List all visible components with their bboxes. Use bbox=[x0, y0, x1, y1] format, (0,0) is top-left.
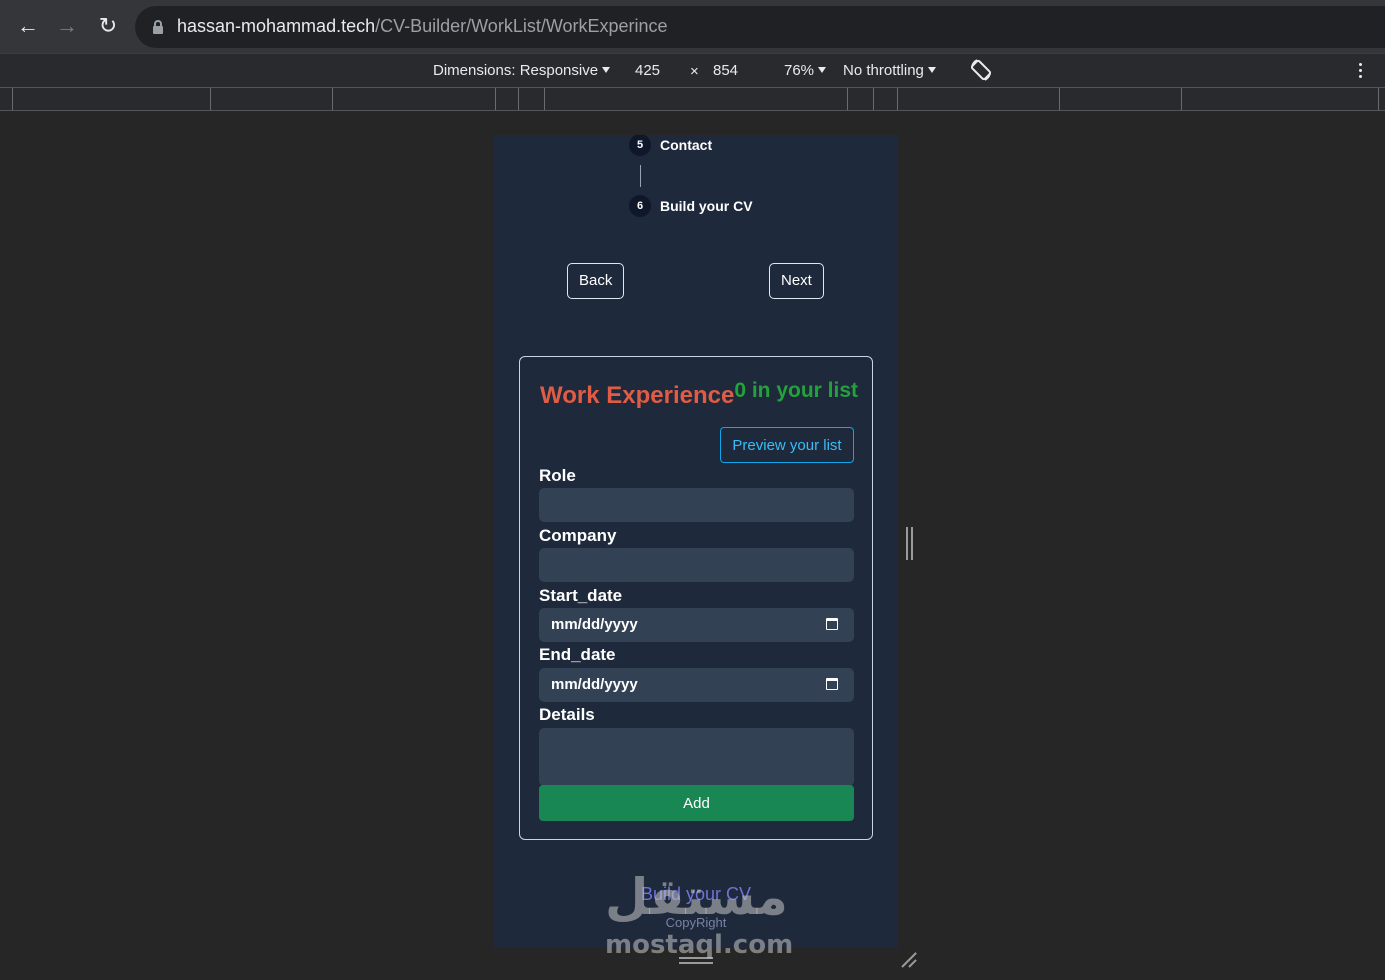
back-arrow-icon[interactable]: ← bbox=[14, 12, 42, 40]
calendar-icon[interactable] bbox=[826, 678, 838, 690]
watermark-latin: mostaql.com bbox=[605, 930, 794, 960]
form-title: Work Experience0 in your list bbox=[540, 379, 858, 410]
page-viewport: 5 Contact 6 Build your CV Back Next Work… bbox=[494, 135, 898, 948]
media-query-ruler[interactable] bbox=[0, 87, 1385, 111]
device-toolbar: Dimensions: Responsive 425 × 854 76% No … bbox=[0, 53, 1385, 87]
chevron-down-icon bbox=[602, 67, 611, 73]
back-button[interactable]: Back bbox=[567, 263, 625, 299]
zoom-dropdown[interactable]: 76% bbox=[784, 62, 827, 79]
step-contact[interactable]: 5 Contact bbox=[629, 135, 712, 156]
browser-toolbar: ← → ↻ hassan-mohammad.tech/CV-Builder/Wo… bbox=[0, 0, 1385, 53]
company-input[interactable] bbox=[539, 548, 854, 582]
date-placeholder: mm/dd/yyyy bbox=[551, 676, 638, 693]
start-date-input[interactable]: mm/dd/yyyy bbox=[539, 608, 854, 642]
step-label: Contact bbox=[660, 137, 713, 153]
list-count: 0 in your list bbox=[734, 379, 859, 402]
times-icon: × bbox=[690, 63, 699, 80]
step-build-cv[interactable]: 6 Build your CV bbox=[629, 195, 753, 217]
end-date-input[interactable]: mm/dd/yyyy bbox=[539, 668, 854, 702]
add-button[interactable]: Add bbox=[539, 785, 854, 821]
step-label: Build your CV bbox=[660, 198, 753, 214]
step-connector bbox=[640, 165, 641, 187]
throttling-dropdown[interactable]: No throttling bbox=[843, 62, 936, 79]
watermark-arabic: مستقل bbox=[605, 868, 788, 926]
height-input[interactable]: 854 bbox=[713, 62, 738, 79]
date-placeholder: mm/dd/yyyy bbox=[551, 616, 638, 633]
preview-list-button[interactable]: Preview your list bbox=[720, 427, 854, 463]
dimensions-dropdown[interactable]: Dimensions: Responsive bbox=[433, 62, 611, 79]
end-date-label: End_date bbox=[539, 645, 616, 664]
lock-icon bbox=[153, 20, 163, 34]
chevron-down-icon bbox=[818, 67, 827, 73]
more-options-icon[interactable] bbox=[1359, 63, 1363, 81]
step-number: 6 bbox=[629, 195, 651, 217]
address-bar[interactable]: hassan-mohammad.tech/CV-Builder/WorkList… bbox=[135, 6, 1385, 48]
next-button[interactable]: Next bbox=[769, 263, 824, 299]
url-path: /CV-Builder/WorkList/WorkExperince bbox=[375, 16, 668, 36]
details-textarea[interactable] bbox=[539, 728, 854, 786]
reload-icon[interactable]: ↻ bbox=[94, 12, 122, 40]
width-input[interactable]: 425 bbox=[635, 62, 660, 79]
forward-arrow-icon[interactable]: → bbox=[53, 12, 81, 40]
form-heading: Work Experience bbox=[540, 382, 735, 409]
resize-handle-right[interactable] bbox=[906, 527, 913, 560]
rotate-icon[interactable] bbox=[968, 57, 994, 87]
role-input[interactable] bbox=[539, 488, 854, 522]
work-experience-form: Work Experience0 in your list Preview yo… bbox=[519, 356, 873, 840]
calendar-icon[interactable] bbox=[826, 618, 838, 630]
step-number: 5 bbox=[629, 135, 651, 156]
resize-handle-corner[interactable] bbox=[900, 950, 918, 968]
details-label: Details bbox=[539, 705, 595, 724]
start-date-label: Start_date bbox=[539, 586, 623, 605]
url-host: hassan-mohammad.tech bbox=[177, 16, 376, 36]
chevron-down-icon bbox=[927, 67, 936, 73]
company-label: Company bbox=[539, 526, 617, 545]
url-text[interactable]: hassan-mohammad.tech/CV-Builder/WorkList… bbox=[177, 16, 668, 37]
role-label: Role bbox=[539, 466, 576, 485]
